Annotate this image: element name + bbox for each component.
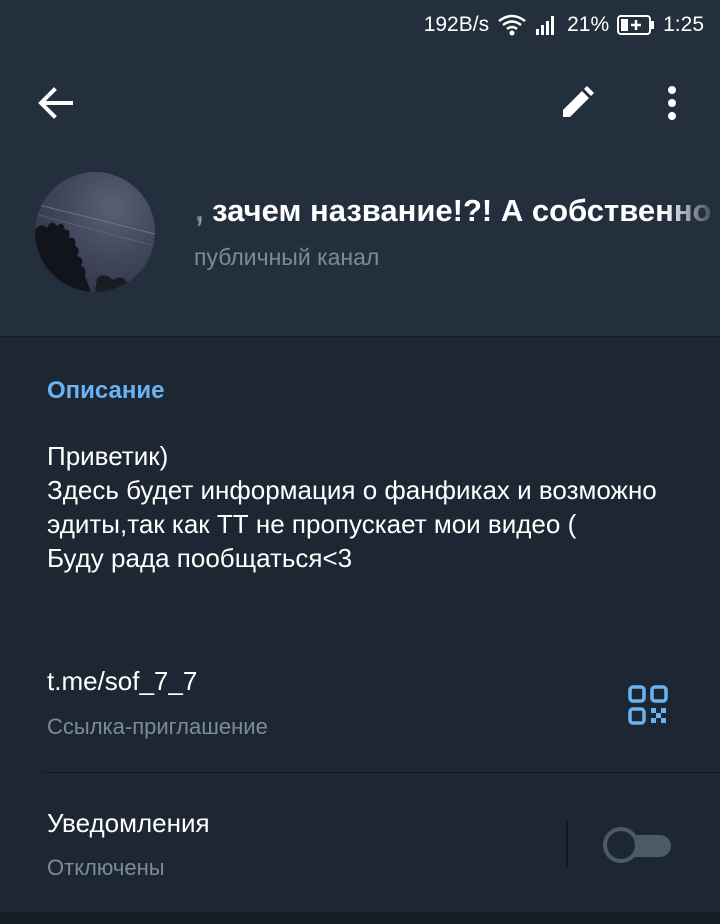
network-speed: 192B/s	[423, 13, 490, 36]
toggle-knob	[603, 827, 639, 863]
description-heading: Описание	[47, 377, 165, 404]
qr-code-icon	[628, 685, 668, 725]
channel-avatar[interactable]	[35, 172, 155, 292]
edit-button[interactable]	[547, 73, 607, 133]
section-divider	[41, 772, 720, 773]
invite-link-label: Ссылка-приглашение	[47, 714, 268, 739]
more-vertical-icon	[668, 86, 676, 120]
channel-title: о, зачем название!?! А собственно	[194, 193, 720, 237]
qr-code-button[interactable]	[626, 683, 670, 727]
channel-type-label: публичный канал	[194, 244, 380, 270]
battery-charging-icon	[617, 14, 655, 36]
notifications-label[interactable]: Уведомления	[47, 808, 210, 839]
notifications-status: Отключены	[47, 855, 165, 880]
vertical-separator	[566, 821, 568, 867]
notifications-toggle[interactable]	[603, 826, 673, 864]
status-bar: 192B/s 21% 1:25	[0, 0, 720, 50]
avatar-tree-image	[35, 203, 155, 292]
more-options-button[interactable]	[642, 73, 702, 133]
description-text[interactable]: Приветик) Здесь будет информация о фанфи…	[47, 439, 687, 575]
clock: 1:25	[663, 13, 704, 36]
bottom-shadow	[0, 912, 720, 924]
back-button[interactable]	[25, 73, 85, 133]
invite-link[interactable]: t.me/sof_7_7	[47, 666, 197, 697]
pencil-edit-icon	[563, 86, 594, 117]
channel-title-text: о, зачем название!?! А собственно	[194, 193, 712, 228]
battery-percent: 21%	[567, 13, 610, 36]
back-arrow-icon	[38, 87, 73, 119]
signal-icon	[535, 13, 559, 37]
wifi-icon	[497, 13, 527, 37]
